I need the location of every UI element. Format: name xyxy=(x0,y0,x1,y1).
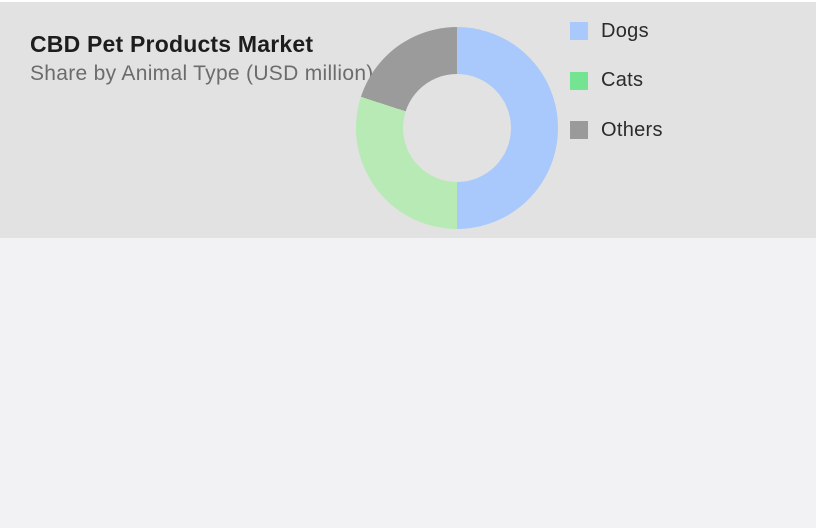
donut-hole xyxy=(403,74,511,182)
legend-label: Dogs xyxy=(601,20,649,43)
legend-label: Cats xyxy=(601,69,643,92)
legend: Dogs Cats Others xyxy=(570,22,663,171)
legend-item-dogs: Dogs xyxy=(570,22,663,40)
page-subtitle: Share by Animal Type (USD million) xyxy=(30,62,374,86)
donut-section: CBD Pet Products Market Share by Animal … xyxy=(0,2,816,238)
bar-section: 2018201920202021202220232024202520262027… xyxy=(0,238,816,528)
legend-item-others: Others xyxy=(570,121,663,139)
legend-swatch xyxy=(570,22,588,40)
infographic-canvas: CBD Pet Products Market Share by Animal … xyxy=(0,0,816,528)
legend-swatch xyxy=(570,72,588,90)
legend-swatch xyxy=(570,121,588,139)
donut-chart xyxy=(356,27,558,229)
page-title: CBD Pet Products Market xyxy=(30,31,313,58)
legend-label: Others xyxy=(601,119,663,142)
legend-item-cats: Cats xyxy=(570,72,663,90)
